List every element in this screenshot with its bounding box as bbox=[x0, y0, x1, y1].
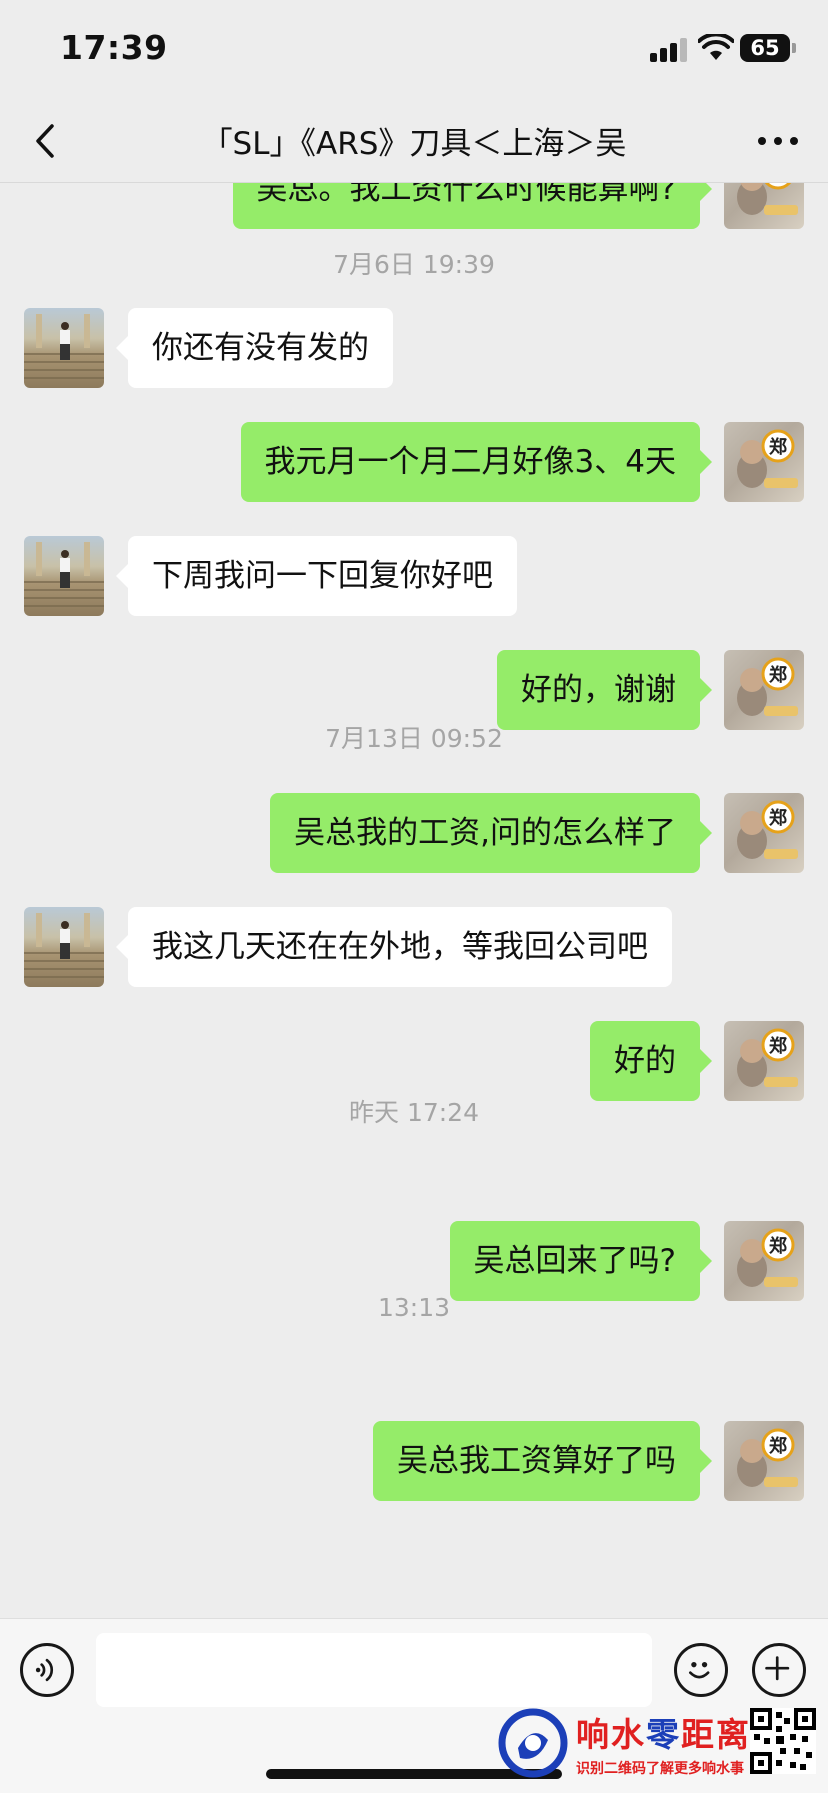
avatar-badge-text: 郑 bbox=[769, 1035, 787, 1057]
outgoing-message-bubble[interactable]: 好的 bbox=[590, 1021, 712, 1101]
chat-title: 「SL」《ARS》刀具＜上海＞吴 bbox=[201, 126, 627, 162]
cellular-signal-icon bbox=[650, 36, 690, 62]
contact-avatar-image bbox=[24, 314, 104, 379]
status-time: 17:39 bbox=[60, 28, 168, 67]
contact-avatar-image bbox=[24, 542, 104, 607]
my-avatar-image: 郑 bbox=[737, 429, 798, 488]
contact-avatar[interactable] bbox=[24, 536, 104, 616]
avatar-badge-text: 郑 bbox=[769, 436, 787, 458]
watermark-title: 响水零距离 bbox=[576, 1715, 751, 1754]
watermark-logo-icon bbox=[498, 1708, 568, 1778]
chat-header: 「SL」《ARS》刀具＜上海＞吴 bbox=[0, 100, 828, 183]
message-list[interactable]: 吴总。我工资什么时候能算啊? 郑 7月6日 19:39 你还有没有发的 bbox=[0, 183, 828, 1617]
my-avatar-image: 郑 bbox=[737, 800, 798, 859]
message-row-outgoing: 好的 郑 bbox=[0, 1021, 828, 1101]
my-avatar-image: 郑 bbox=[737, 1228, 798, 1287]
message-row-outgoing: 吴总我工资算好了吗 郑 bbox=[0, 1421, 828, 1501]
battery-cap bbox=[792, 43, 796, 53]
contact-avatar[interactable] bbox=[24, 308, 104, 388]
my-avatar-image: 郑 bbox=[737, 1028, 798, 1087]
avatar-badge-text: 郑 bbox=[769, 1235, 787, 1257]
avatar-badge-text: 郑 bbox=[769, 664, 787, 686]
back-arrow-icon[interactable] bbox=[22, 116, 72, 166]
outgoing-message-bubble[interactable]: 吴总我工资算好了吗 bbox=[373, 1421, 712, 1501]
my-avatar[interactable]: 郑 bbox=[724, 422, 804, 502]
message-row-incoming: 你还有没有发的 bbox=[0, 308, 828, 388]
my-avatar-image: 郑 bbox=[737, 183, 798, 215]
outgoing-message-bubble[interactable]: 吴总回来了吗? bbox=[449, 1221, 713, 1301]
watermark: 响水零距离 识别二维码了解更多响水事 bbox=[498, 1706, 816, 1786]
message-row-outgoing: 吴总回来了吗? 郑 bbox=[0, 1221, 828, 1301]
my-avatar-image: 郑 bbox=[737, 1428, 798, 1487]
my-avatar[interactable]: 郑 bbox=[724, 1021, 804, 1101]
emoji-icon[interactable] bbox=[674, 1643, 728, 1697]
outgoing-message-bubble[interactable]: 好的，谢谢 bbox=[497, 650, 712, 730]
my-avatar-image: 郑 bbox=[737, 657, 798, 716]
my-avatar[interactable]: 郑 bbox=[724, 183, 804, 229]
my-avatar[interactable]: 郑 bbox=[724, 793, 804, 873]
outgoing-message-bubble[interactable]: 我元月一个月二月好像3、4天 bbox=[240, 422, 713, 502]
message-row-outgoing: 吴总我的工资,问的怎么样了 郑 bbox=[0, 793, 828, 873]
message-row-outgoing: 好的，谢谢 郑 bbox=[0, 650, 828, 730]
avatar-badge-text: 郑 bbox=[769, 1435, 787, 1457]
message-row-outgoing: 我元月一个月二月好像3、4天 郑 bbox=[0, 422, 828, 502]
message-input[interactable] bbox=[96, 1633, 652, 1707]
timestamp-label: 7月13日 09:52 bbox=[325, 724, 503, 753]
contact-avatar[interactable] bbox=[24, 907, 104, 987]
avatar-badge-text: 郑 bbox=[769, 807, 787, 829]
timestamp-label: 7月6日 19:39 bbox=[333, 250, 495, 279]
battery-icon: 65 bbox=[740, 34, 790, 62]
outgoing-message-bubble[interactable]: 吴总。我工资什么时候能算啊? bbox=[232, 183, 713, 229]
message-row-incoming: 我这几天还在在外地，等我回公司吧 bbox=[0, 907, 828, 987]
incoming-message-bubble[interactable]: 下周我问一下回复你好吧 bbox=[116, 536, 517, 616]
outgoing-message-bubble[interactable]: 吴总我的工资,问的怎么样了 bbox=[270, 793, 712, 873]
incoming-message-bubble[interactable]: 我这几天还在在外地，等我回公司吧 bbox=[116, 907, 672, 987]
watermark-subtitle: 识别二维码了解更多响水事 bbox=[576, 1761, 744, 1777]
contact-avatar-image bbox=[24, 913, 104, 978]
more-options-icon[interactable] bbox=[748, 116, 808, 166]
message-row-incoming: 下周我问一下回复你好吧 bbox=[0, 536, 828, 616]
status-bar: 17:39 65 bbox=[0, 0, 828, 100]
timestamp-label: 13:13 bbox=[377, 1293, 451, 1322]
wifi-icon bbox=[698, 34, 734, 60]
add-more-icon[interactable] bbox=[752, 1643, 806, 1697]
qr-code-icon bbox=[750, 1708, 816, 1774]
avatar-badge-text: 郑 bbox=[769, 183, 787, 185]
incoming-message-bubble[interactable]: 你还有没有发的 bbox=[116, 308, 393, 388]
message-row-outgoing: 吴总。我工资什么时候能算啊? 郑 bbox=[0, 183, 828, 229]
my-avatar[interactable]: 郑 bbox=[724, 1421, 804, 1501]
my-avatar[interactable]: 郑 bbox=[724, 1221, 804, 1301]
my-avatar[interactable]: 郑 bbox=[724, 650, 804, 730]
timestamp-label: 昨天 17:24 bbox=[349, 1098, 479, 1127]
voice-input-icon[interactable] bbox=[20, 1643, 74, 1697]
